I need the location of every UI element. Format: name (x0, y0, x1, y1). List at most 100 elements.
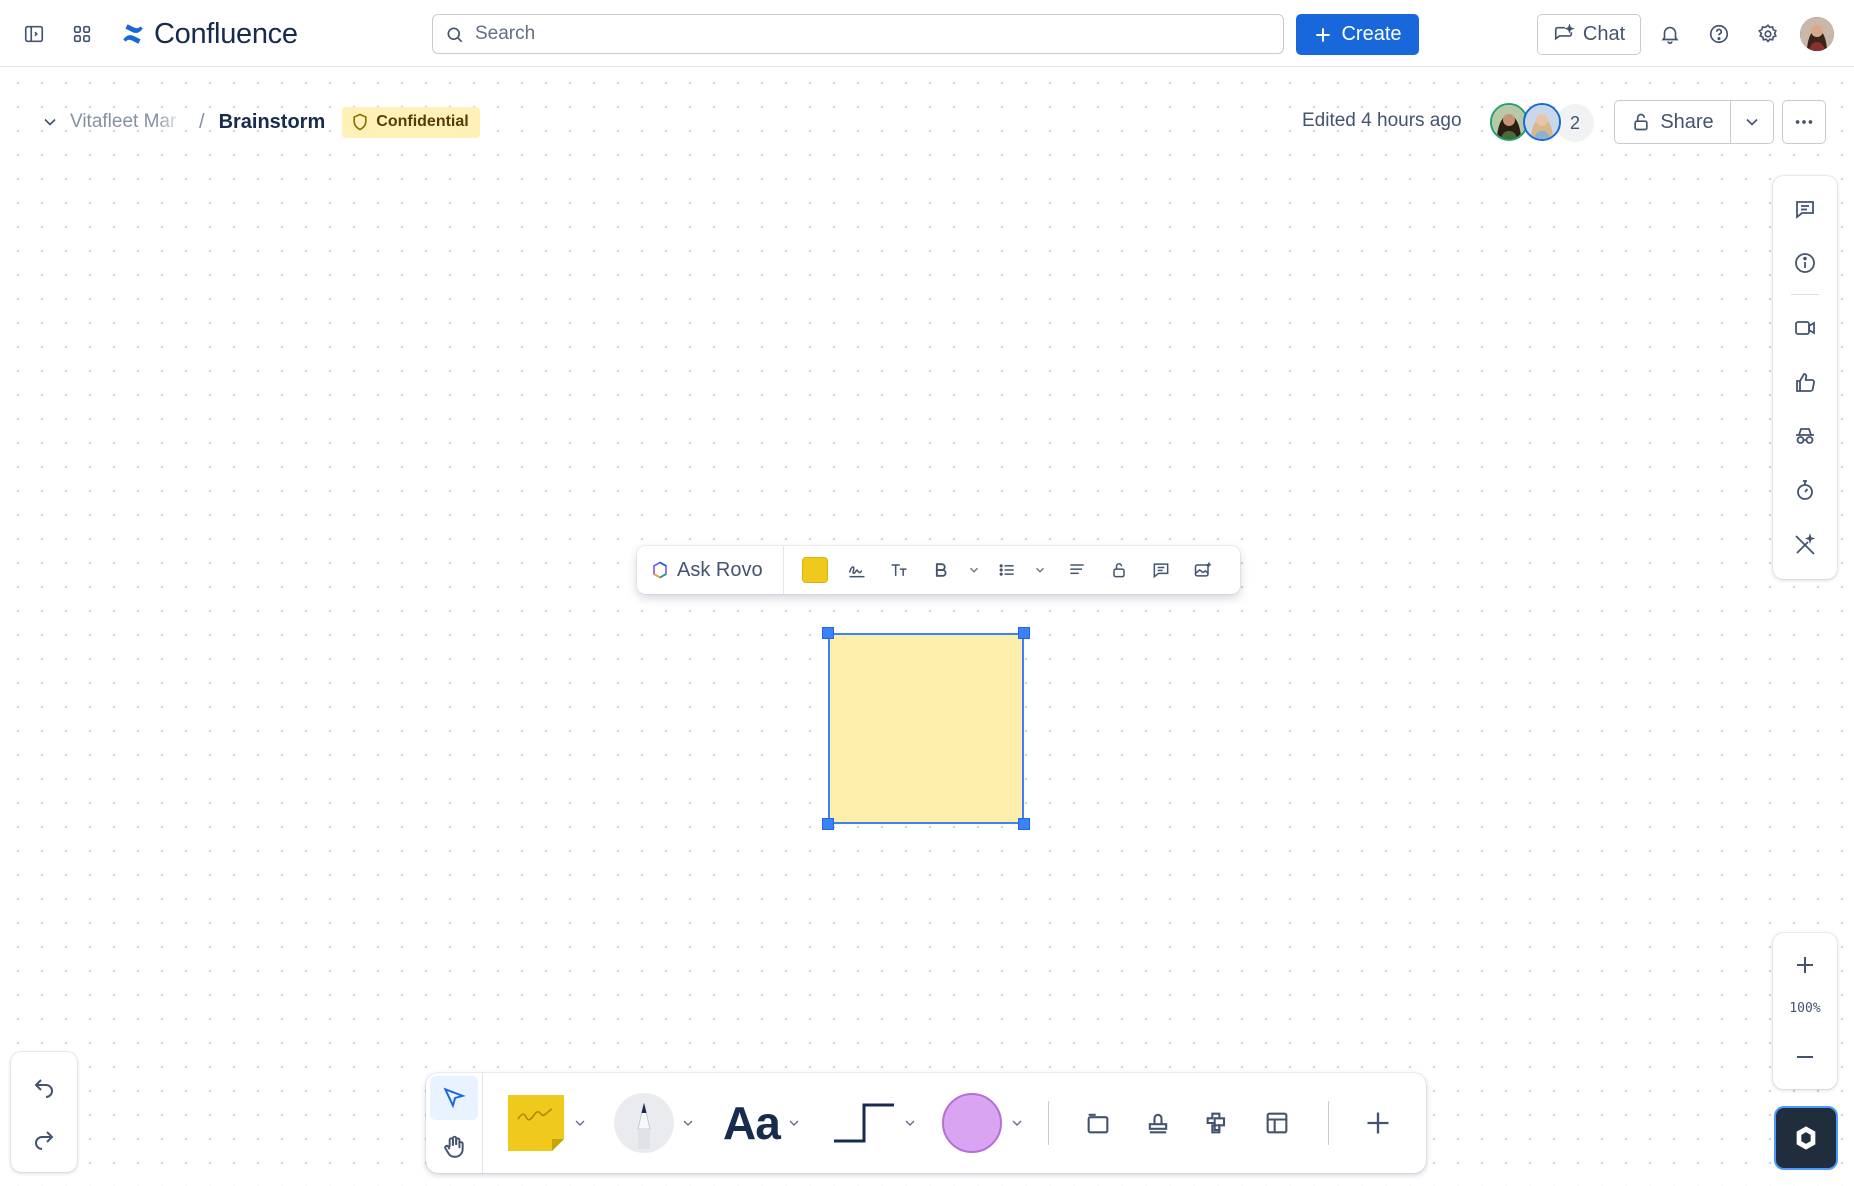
breadcrumb-space[interactable]: Vitafleet Mar (70, 111, 185, 133)
confluence-logo-icon (123, 24, 143, 44)
timer-icon[interactable] (1783, 470, 1827, 510)
breadcrumb: Vitafleet Mar / Brainstorm Confidential (40, 105, 480, 139)
help-icon[interactable] (1701, 16, 1737, 52)
app-switcher-icon[interactable] (64, 16, 100, 52)
app-name: Confluence (154, 17, 298, 50)
sticky-note-icon (508, 1095, 564, 1151)
sticky-note-tool[interactable] (506, 1091, 588, 1155)
top-navigation: Confluence Create Chat (0, 0, 1854, 67)
chevron-down-icon[interactable] (40, 112, 60, 132)
sidebar-toggle-icon[interactable] (16, 16, 52, 52)
thumbs-up-icon[interactable] (1783, 363, 1827, 403)
align-left-icon[interactable] (1056, 552, 1098, 588)
add-more-icon[interactable] (1358, 1103, 1398, 1143)
notifications-bell-icon[interactable] (1652, 16, 1688, 52)
ask-rovo-button[interactable]: Ask Rovo (637, 546, 784, 594)
settings-gear-icon[interactable] (1750, 16, 1786, 52)
unlock-icon[interactable] (1098, 552, 1140, 588)
share-button-group: Share (1614, 100, 1774, 144)
signature-icon[interactable] (836, 552, 878, 588)
shape-tool[interactable] (941, 1091, 1025, 1155)
chevron-down-icon[interactable] (1028, 552, 1052, 588)
text-tool-label: Aa (723, 1097, 781, 1149)
create-button[interactable]: Create (1296, 14, 1419, 55)
video-icon[interactable] (1783, 308, 1827, 348)
search-icon (447, 27, 463, 43)
undo-icon[interactable] (23, 1066, 65, 1106)
shield-icon (353, 113, 367, 131)
unlock-icon (1634, 113, 1648, 131)
share-dropdown-button[interactable] (1731, 101, 1773, 143)
pen-tool[interactable] (614, 1091, 696, 1155)
resize-handle[interactable] (1018, 818, 1030, 830)
whiteboard-canvas[interactable] (0, 67, 1854, 1186)
circle-shape-icon (942, 1093, 1002, 1153)
share-button[interactable]: Share (1615, 101, 1731, 143)
create-label: Create (1341, 23, 1402, 45)
last-edited-text[interactable]: Edited 4 hours ago (1302, 110, 1462, 132)
resize-handle[interactable] (822, 627, 834, 639)
zoom-level[interactable]: 100% (1773, 1001, 1837, 1016)
collaborator-count[interactable]: 2 (1556, 104, 1594, 142)
pencil-icon (614, 1093, 674, 1153)
more-horizontal-icon (1795, 120, 1813, 124)
classification-badge[interactable]: Confidential (342, 106, 480, 138)
mode-switcher (426, 1073, 483, 1173)
hand-pan-icon[interactable] (430, 1125, 478, 1169)
bold-icon[interactable] (920, 552, 962, 588)
note-color-button[interactable] (794, 552, 836, 588)
ask-rovo-label: Ask Rovo (677, 558, 763, 581)
chevron-down-icon[interactable] (962, 552, 986, 588)
page-title[interactable]: Brainstorm (219, 111, 326, 134)
search-input[interactable] (473, 22, 1283, 46)
toolbar-divider (1048, 1101, 1049, 1145)
resize-handle[interactable] (1018, 627, 1030, 639)
text-tool[interactable]: Aa (723, 1091, 802, 1155)
redo-icon[interactable] (23, 1118, 65, 1158)
stamp-icon[interactable] (1138, 1103, 1178, 1143)
elbow-connector-icon (834, 1103, 894, 1143)
creation-toolbar: Aa (426, 1073, 1426, 1173)
template-icon[interactable] (1257, 1103, 1297, 1143)
sticky-note[interactable] (828, 633, 1024, 824)
integrations-icon[interactable] (1197, 1103, 1237, 1143)
chat-button[interactable]: Chat (1537, 14, 1641, 55)
magic-wand-off-icon[interactable] (1783, 525, 1827, 565)
user-avatar[interactable] (1800, 17, 1834, 51)
chevron-down-icon[interactable] (572, 1115, 588, 1131)
incognito-icon[interactable] (1783, 416, 1827, 456)
chat-label: Chat (1582, 23, 1626, 45)
comment-icon[interactable] (1140, 552, 1182, 588)
rovo-icon (1796, 1126, 1816, 1150)
classification-label: Confidential (376, 113, 469, 130)
rovo-chat-button[interactable] (1774, 1106, 1838, 1170)
bullet-list-icon[interactable] (986, 552, 1028, 588)
chevron-down-icon[interactable] (902, 1115, 918, 1131)
text-size-icon[interactable] (878, 552, 920, 588)
zoom-controls: 100% (1773, 933, 1837, 1089)
comments-icon[interactable] (1783, 189, 1827, 229)
confluence-logo[interactable]: Confluence (120, 18, 298, 50)
resize-handle[interactable] (822, 818, 834, 830)
chat-sparkle-icon (1554, 23, 1575, 40)
search-field[interactable] (432, 14, 1284, 54)
collaborator-avatar[interactable] (1523, 103, 1561, 141)
zoom-in-icon[interactable] (1783, 945, 1827, 985)
toolbar-divider (1791, 294, 1819, 295)
select-cursor-icon[interactable] (430, 1076, 478, 1120)
connector-tool[interactable] (832, 1091, 918, 1155)
chevron-down-icon[interactable] (786, 1115, 802, 1131)
plus-icon (1316, 27, 1331, 42)
zoom-out-icon[interactable] (1783, 1037, 1827, 1077)
chevron-down-icon[interactable] (680, 1115, 696, 1131)
info-icon[interactable] (1783, 243, 1827, 283)
right-toolbar (1773, 176, 1837, 579)
frame-icon[interactable] (1078, 1103, 1118, 1143)
share-label: Share (1660, 110, 1714, 133)
chevron-down-icon (1746, 118, 1758, 126)
add-image-icon[interactable] (1182, 552, 1224, 588)
more-actions-button[interactable] (1782, 100, 1826, 144)
breadcrumb-separator: / (199, 110, 205, 133)
format-toolbar: Ask Rovo (637, 546, 1240, 594)
chevron-down-icon[interactable] (1009, 1115, 1025, 1131)
